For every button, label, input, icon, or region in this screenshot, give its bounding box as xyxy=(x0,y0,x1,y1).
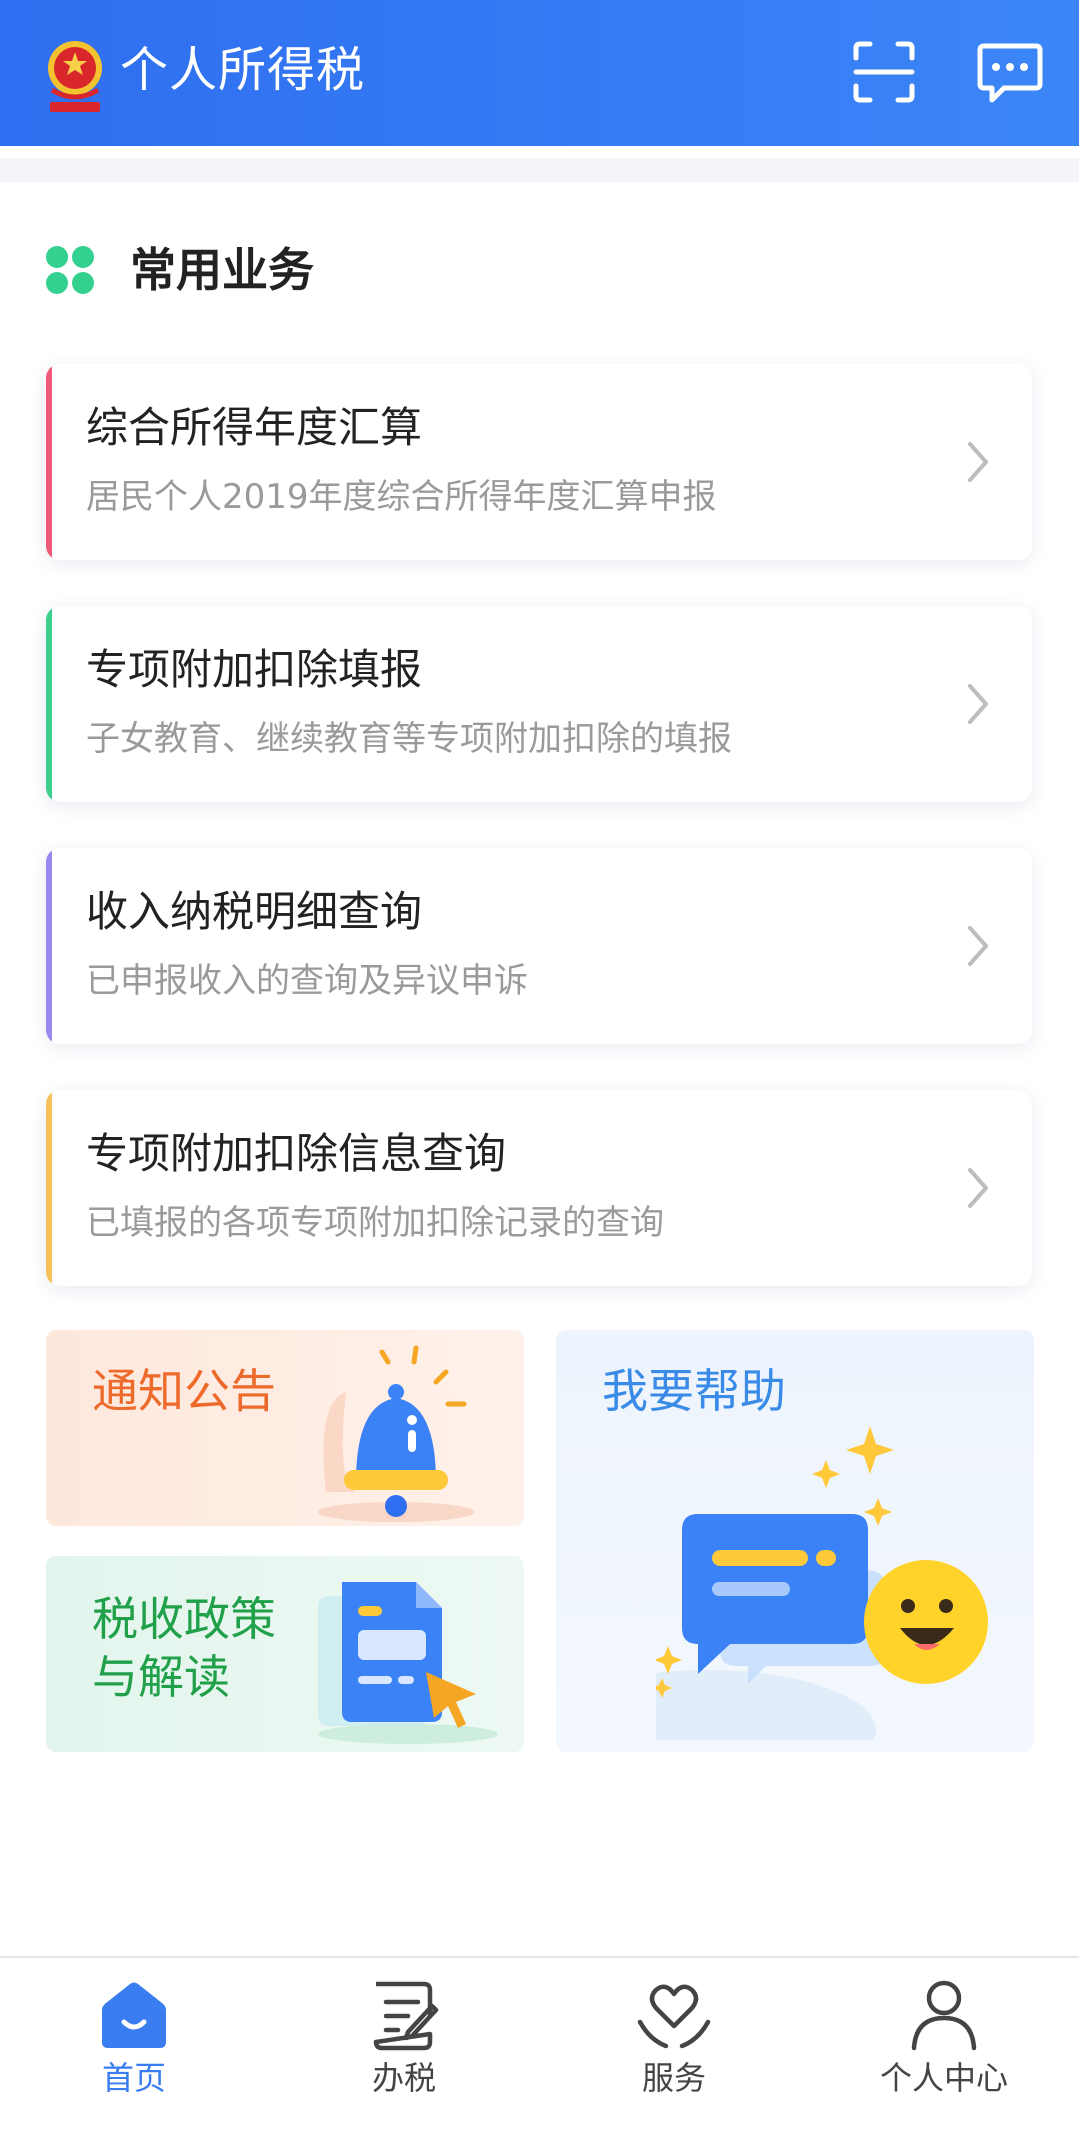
chevron-right-icon xyxy=(968,1168,988,1208)
app-title: 个人所得税 xyxy=(120,42,366,98)
national-emblem-icon xyxy=(48,41,102,112)
help-tile[interactable]: 我要帮助 xyxy=(556,1330,1034,1752)
home-icon xyxy=(102,1982,166,2048)
card-accent xyxy=(46,364,52,560)
nav-label: 个人中心 xyxy=(879,2059,1008,2097)
header-separator xyxy=(0,158,1079,182)
service-card-special-deduction-filing[interactable]: 专项附加扣除填报 子女教育、继续教育等专项附加扣除的填报 xyxy=(46,606,1032,802)
card-title: 专项附加扣除信息查询 xyxy=(86,1129,507,1178)
nav-service[interactable]: 服务 xyxy=(574,1976,774,2126)
scan-button[interactable] xyxy=(848,36,920,108)
scan-icon xyxy=(853,41,915,103)
service-card-income-tax-query[interactable]: 收入纳税明细查询 已申报收入的查询及异议申诉 xyxy=(46,848,1032,1044)
policy-label: 税收政策 与解读 xyxy=(92,1592,276,1704)
nav-label: 首页 xyxy=(101,2059,166,2097)
card-title: 收入纳税明细查询 xyxy=(86,887,423,936)
tax-form-icon xyxy=(373,1981,439,2051)
section-title: 常用业务 xyxy=(130,243,314,297)
card-subtitle: 子女教育、继续教育等专项附加扣除的填报 xyxy=(86,719,732,759)
chevron-right-icon xyxy=(968,684,988,724)
person-icon xyxy=(911,1980,977,2051)
card-subtitle: 已申报收入的查询及异议申诉 xyxy=(86,961,528,1001)
card-accent xyxy=(46,606,52,802)
document-icon xyxy=(318,1582,498,1744)
service-card-deduction-info-query[interactable]: 专项附加扣除信息查询 已填报的各项专项附加扣除记录的查询 xyxy=(46,1090,1032,1286)
grid-icon xyxy=(46,246,94,294)
nav-tax[interactable]: 办税 xyxy=(304,1976,504,2126)
heart-hands-icon xyxy=(637,1984,711,2049)
bottom-nav: 首页 办税 服务 个人中心 xyxy=(0,1956,1079,2144)
chevron-right-icon xyxy=(968,926,988,966)
message-button[interactable] xyxy=(974,36,1046,108)
notice-label: 通知公告 xyxy=(92,1364,276,1418)
card-subtitle: 居民个人2019年度综合所得年度汇算申报 xyxy=(86,477,717,517)
chevron-right-icon xyxy=(968,442,988,482)
app-header: 个人所得税 xyxy=(0,0,1079,146)
card-subtitle: 已填报的各项专项附加扣除记录的查询 xyxy=(86,1203,664,1243)
nav-personal-center[interactable]: 个人中心 xyxy=(844,1976,1044,2126)
bell-icon xyxy=(318,1345,474,1522)
service-card-annual-settlement[interactable]: 综合所得年度汇算 居民个人2019年度综合所得年度汇算申报 xyxy=(46,364,1032,560)
notice-tile[interactable]: 通知公告 xyxy=(46,1330,524,1526)
card-title: 专项附加扣除填报 xyxy=(86,645,423,694)
nav-label: 服务 xyxy=(641,2059,706,2097)
nav-home[interactable]: 首页 xyxy=(34,1976,234,2126)
chat-smile-icon xyxy=(656,1426,988,1740)
card-accent xyxy=(46,1090,52,1286)
policy-tile[interactable]: 税收政策 与解读 xyxy=(46,1556,524,1752)
message-icon xyxy=(977,43,1043,103)
card-title: 综合所得年度汇算 xyxy=(86,403,423,452)
nav-label: 办税 xyxy=(371,2059,436,2097)
card-accent xyxy=(46,848,52,1044)
